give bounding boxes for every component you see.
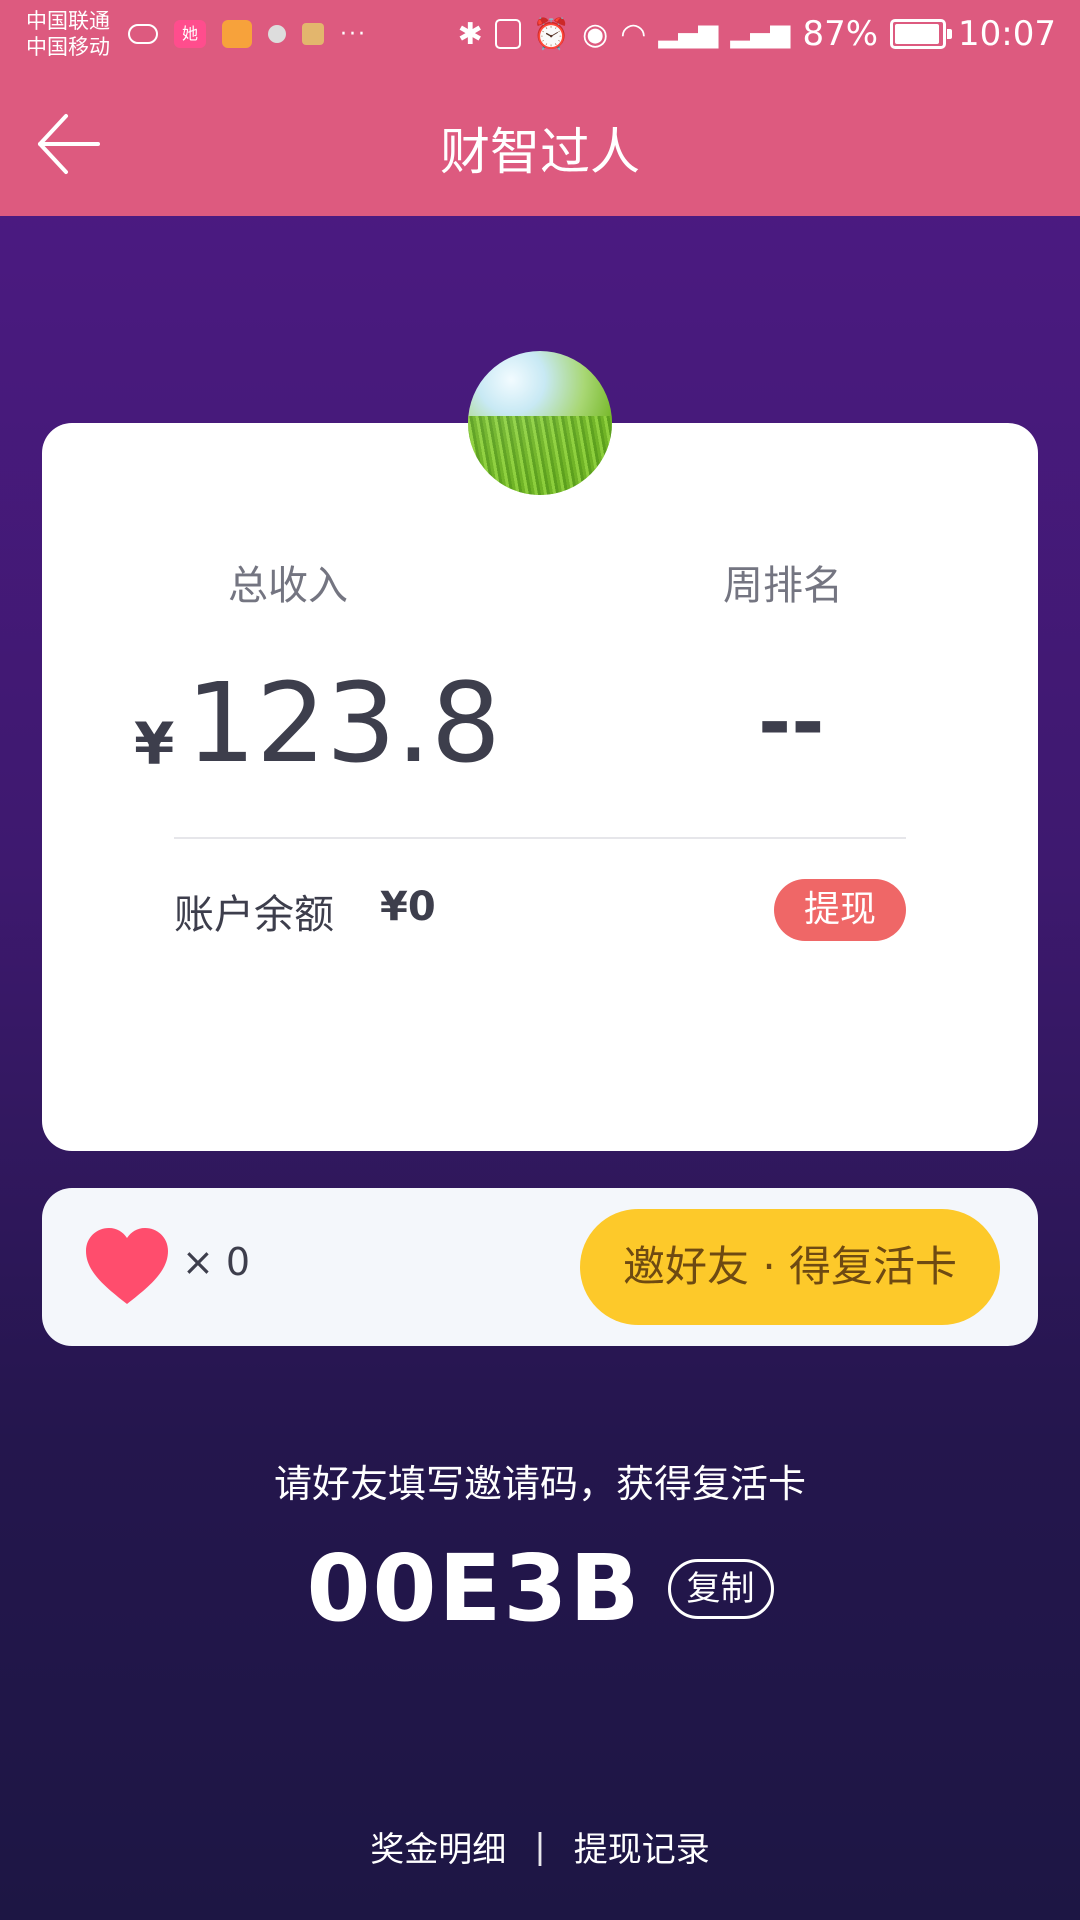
total-income-value: 123.8 (186, 659, 501, 787)
currency-symbol: ¥ (134, 710, 175, 778)
signal-2g-icon: ▂▄▆ (730, 19, 791, 49)
battery-percent: 87% (802, 14, 879, 54)
copy-button[interactable]: 复制 (667, 1558, 774, 1619)
more-notifications-icon: ··· (340, 21, 367, 47)
status-bar: 中国联通 中国移动 她 ··· ✱ ⏰ ◉ ◠ ▂▄▆ ▂▄▆ 87% 10:0… (0, 0, 1080, 72)
carrier-info: 中国联通 中国移动 (26, 8, 110, 60)
withdraw-button[interactable]: 提现 (774, 879, 906, 941)
weekly-rank-value: -- (758, 676, 825, 769)
vibrate-icon (494, 19, 521, 49)
bonus-detail-link[interactable]: 奖金明细 (370, 1822, 506, 1871)
battery-icon (890, 19, 953, 49)
invite-friends-button[interactable]: 邀好友 · 得复活卡 (580, 1209, 1000, 1325)
withdraw-record-link[interactable]: 提现记录 (574, 1822, 710, 1871)
carrier-2: 中国移动 (26, 35, 110, 59)
balance-label: 账户余额 (174, 892, 334, 938)
signal-4g-icon: ▂▄▆ (658, 19, 719, 49)
notification-icons: 她 ··· (128, 20, 367, 48)
carrier-1: 中国联通 (26, 9, 110, 33)
weather-icon (128, 24, 158, 44)
balance-value: ¥0 (380, 884, 436, 930)
app-header: 财智过人 (0, 72, 1080, 216)
revive-card-bar: × 0 邀好友 · 得复活卡 (42, 1188, 1038, 1346)
clock: 10:07 (958, 14, 1056, 54)
total-income-label: 总收入 (228, 563, 348, 609)
invite-code: 00E3B (306, 1535, 642, 1642)
footer-links: 奖金明细 | 提现记录 (0, 1822, 1080, 1871)
divider (174, 837, 906, 839)
avatar[interactable] (468, 351, 612, 495)
bluetooth-icon: ✱ (457, 16, 483, 52)
app-notification-icon (268, 25, 286, 43)
invite-code-row: 00E3B 复制 (0, 1535, 1080, 1642)
app-notification-icon: 她 (174, 20, 206, 48)
revive-card-count: × 0 (182, 1240, 251, 1284)
weibo-icon (222, 20, 252, 48)
app-notification-icon (302, 23, 324, 45)
earnings-card: 总收入 周排名 ¥ 123.8 -- 账户余额 ¥0 提现 (42, 423, 1038, 1151)
page-title: 财智过人 (440, 123, 640, 181)
system-status: ✱ ⏰ ◉ ◠ ▂▄▆ ▂▄▆ 87% 10:07 (458, 14, 1056, 54)
weekly-rank-label: 周排名 (723, 563, 843, 609)
alarm-icon: ⏰ (532, 16, 571, 52)
invite-hint: 请好友填写邀请码，获得复活卡 (273, 1462, 806, 1506)
link-separator: | (534, 1826, 546, 1867)
heart-icon (86, 1228, 168, 1304)
eye-comfort-icon: ◉ (582, 16, 609, 52)
wifi-icon: ◠ (620, 16, 647, 52)
